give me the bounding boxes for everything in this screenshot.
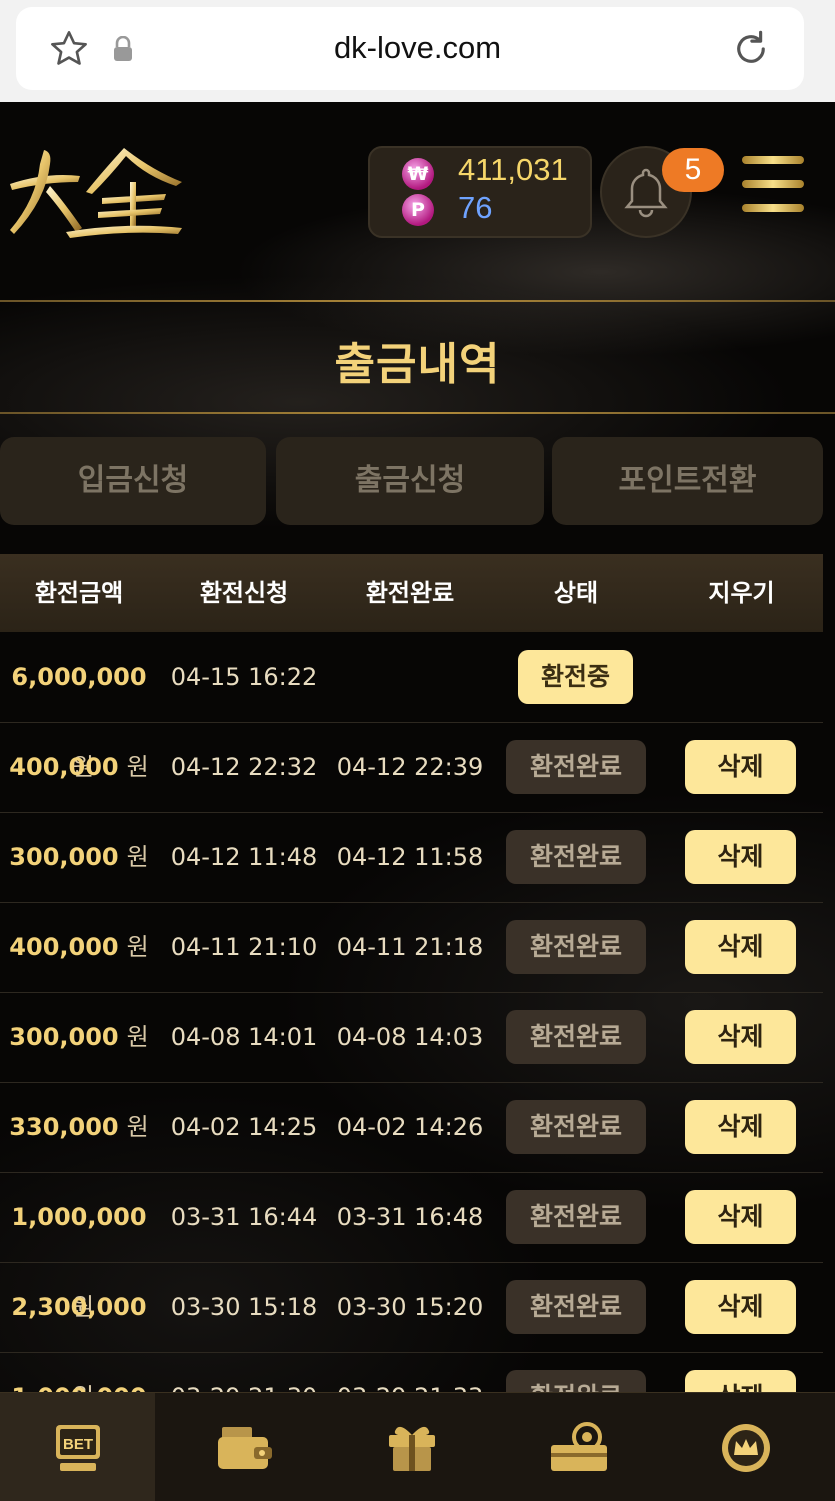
nav-bet[interactable]: BET [0, 1393, 155, 1501]
header-divider [0, 300, 835, 302]
nav-chest[interactable] [501, 1393, 656, 1501]
requested-time: 04-15 16:22 [170, 663, 318, 691]
delete-button[interactable]: 삭제 [685, 1280, 796, 1334]
money-balance: 411,031 [458, 152, 568, 187]
amount-value: 400,000 [9, 753, 119, 781]
title-divider [0, 412, 835, 414]
table-row: 400,000 원 04-12 22:32 04-12 22:39 환전완료 삭제 [0, 722, 823, 813]
completed-time: 04-11 21:18 [336, 933, 484, 961]
requested-time: 03-31 16:44 [170, 1203, 318, 1231]
table-row: 2,300,000원 03-30 15:18 03-30 15:20 환전완료 삭제 [0, 1262, 823, 1411]
requested-time: 04-11 21:10 [170, 933, 318, 961]
wallet-icon [217, 1427, 272, 1469]
table-row: 400,000 원 04-11 21:10 04-11 21:18 환전완료 삭제 [0, 902, 823, 993]
completed-time: 04-02 14:26 [336, 1113, 484, 1141]
bet-icon: BET [55, 1425, 100, 1471]
requested-time: 04-12 22:32 [170, 753, 318, 781]
amount-value: 400,000 [9, 933, 119, 961]
crown-icon [721, 1424, 770, 1472]
completed-time: 04-08 14:03 [336, 1023, 484, 1051]
app-container: ₩ P 411,031 76 5 출금내역 입금신청 출금신청 포인트전환 환전… [0, 102, 835, 1501]
amount-value: 300,000 [9, 1023, 119, 1051]
hamburger-menu-icon[interactable] [742, 156, 804, 214]
table-row: 6,000,000 원 04-15 16:22 환전중 [0, 632, 823, 781]
amount-value: 300,000 [9, 843, 119, 871]
delete-button[interactable]: 삭제 [685, 1010, 796, 1064]
amount-value: 2,300,000 [11, 1293, 147, 1321]
requested-time: 04-12 11:48 [170, 843, 318, 871]
browser-toolbar: dk-love.com [0, 0, 835, 102]
url-text[interactable]: dk-love.com [0, 30, 835, 66]
header-delete: 지우기 [708, 579, 775, 607]
requested-time: 04-08 14:01 [170, 1023, 318, 1051]
amount-cell: 2,300,000원 [0, 1262, 158, 1411]
completed-time: 04-12 22:39 [336, 753, 484, 781]
amount-unit: 원 [126, 1113, 149, 1141]
table-row: 300,000 원 04-08 14:01 04-08 14:03 환전완료 삭제 [0, 992, 823, 1083]
status-badge: 환전중 [518, 650, 633, 704]
amount-value: 330,000 [9, 1113, 119, 1141]
amount-value: 1,000,000 [11, 1203, 147, 1231]
amount-unit: 원 [126, 843, 149, 871]
nav-wallet[interactable] [167, 1393, 322, 1501]
completed-time: 04-12 11:58 [336, 843, 484, 871]
amount-unit: 원 [126, 753, 149, 781]
delete-button[interactable]: 삭제 [685, 1100, 796, 1154]
amount-cell: 6,000,000 원 [0, 632, 158, 781]
status-badge: 환전완료 [506, 1190, 646, 1244]
reload-icon[interactable] [730, 28, 772, 70]
table-row: 1,000,000원 03-31 16:44 03-31 16:48 환전완료 삭제 [0, 1172, 823, 1321]
money-icon: ₩ [402, 158, 434, 190]
logo[interactable] [6, 142, 184, 242]
table-header: 환전금액 환전신청 환전완료 상태 지우기 [0, 554, 823, 632]
header-completed: 환전완료 [365, 579, 455, 607]
status-badge: 환전완료 [506, 1010, 646, 1064]
point-icon: P [402, 194, 434, 226]
table-row: 330,000 원 04-02 14:25 04-02 14:26 환전완료 삭제 [0, 1082, 823, 1173]
notification-count-badge: 5 [662, 148, 724, 192]
requested-time: 03-30 15:18 [170, 1293, 318, 1321]
amount-value: 6,000,000 [11, 663, 147, 691]
status-badge: 환전완료 [506, 740, 646, 794]
delete-button[interactable]: 삭제 [685, 920, 796, 974]
status-badge: 환전완료 [506, 1100, 646, 1154]
amount-cell: 300,000 원 [0, 992, 158, 1082]
delete-button[interactable]: 삭제 [685, 830, 796, 884]
chest-icon [550, 1422, 607, 1471]
point-balance: 76 [458, 190, 493, 225]
header-status: 상태 [553, 579, 599, 607]
requested-time: 04-02 14:25 [170, 1113, 318, 1141]
header-amount: 환전금액 [34, 579, 124, 607]
tab-deposit-request[interactable]: 입금신청 [0, 437, 266, 525]
delete-button[interactable]: 삭제 [685, 1190, 796, 1244]
header-requested: 환전신청 [199, 579, 289, 607]
nav-crown[interactable] [668, 1393, 823, 1501]
delete-button[interactable]: 삭제 [685, 740, 796, 794]
completed-time: 03-31 16:48 [336, 1203, 484, 1231]
tab-withdraw-request[interactable]: 출금신청 [276, 437, 544, 525]
completed-time [328, 632, 492, 722]
status-badge: 환전완료 [506, 1280, 646, 1334]
amount-cell: 400,000 원 [0, 902, 158, 992]
bottom-navigation: BET [0, 1392, 835, 1501]
amount-cell: 300,000 원 [0, 812, 158, 902]
status-badge: 환전완료 [506, 830, 646, 884]
bet-icon-label: BET [63, 1436, 93, 1453]
amount-cell: 400,000 원 [0, 722, 158, 812]
amount-cell: 1,000,000원 [0, 1172, 158, 1321]
nav-gift[interactable] [334, 1393, 489, 1501]
completed-time: 03-30 15:20 [336, 1293, 484, 1321]
page-title: 출금내역 [334, 339, 501, 390]
table-row: 300,000 원 04-12 11:48 04-12 11:58 환전완료 삭제 [0, 812, 823, 903]
amount-unit: 원 [126, 1023, 149, 1051]
status-badge: 환전완료 [506, 920, 646, 974]
amount-unit: 원 [126, 933, 149, 961]
gift-icon [388, 1426, 435, 1471]
tab-point-conversion[interactable]: 포인트전환 [552, 437, 823, 525]
amount-cell: 330,000 원 [0, 1082, 158, 1172]
